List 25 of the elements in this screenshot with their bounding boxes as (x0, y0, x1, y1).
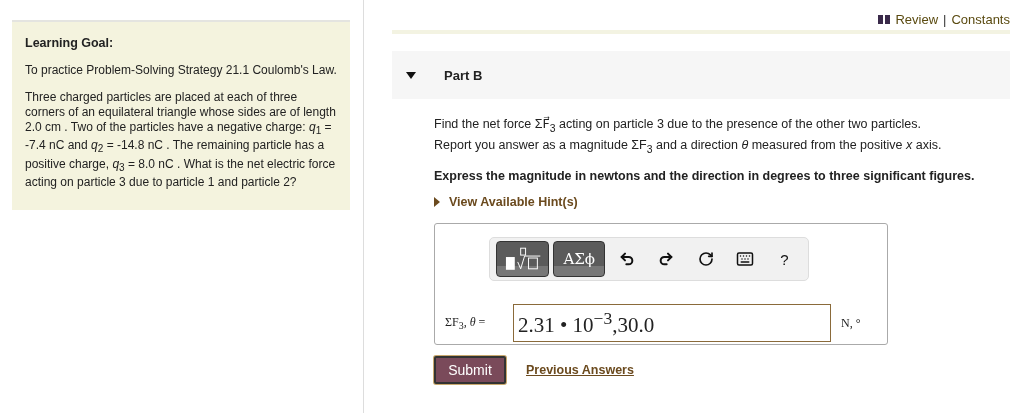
units-label: N, ° (841, 315, 861, 331)
book-icon (878, 14, 891, 24)
answer-field[interactable]: 2.31 • 10$^{−3}$,30.0 (513, 304, 831, 342)
symbols-button[interactable]: ΑΣϕ (553, 241, 606, 277)
review-link[interactable]: Review (895, 11, 939, 27)
help-button[interactable]: ? (766, 244, 802, 274)
reset-icon (697, 251, 714, 267)
answer-label: ΣF$_{3}$, θ = (445, 314, 487, 332)
constants-link[interactable]: Constants (951, 11, 1010, 27)
redo-icon (658, 251, 675, 267)
question-text: Find the net force ΣF⃗$_{3}$ acting on particle 3 due to the presence of the other two particles. Report you answer as a magnitude ΣF$_{3}$ and a direction θ measured from the positive x axis. (434, 116, 943, 156)
previous-answers-link[interactable]: Previous Answers (526, 363, 634, 377)
link-separator: | (943, 11, 947, 27)
hints-link[interactable]: View Available Hint(s) (434, 195, 1010, 209)
part-header[interactable]: Part B (392, 51, 1010, 99)
goal-paragraph: To practice Problem-Solving Strategy 21.1 Coulomb's Law. (25, 63, 337, 77)
submit-button[interactable]: Submit (434, 356, 506, 384)
instruction-text: Express the magnitude in newtons and the direction in degrees to three significant figures. (434, 168, 976, 184)
learning-goal-title: Learning Goal: (25, 36, 115, 51)
undo-icon (618, 251, 635, 267)
templates-button[interactable] (496, 241, 550, 277)
part-title: Part B (444, 67, 483, 83)
fraction-root-icon (503, 246, 543, 272)
keyboard-icon (735, 250, 754, 268)
goal-paragraph: Three charged particles are placed at each of three corners of an equilateral triangle whose sides are of length 2.0 cm . Two of the particles have a negative charge: q$_{1}$ = -7.4 nC and q$_{2}$ = -14.8 nC . The remaining particle has a positive charge, q$_{3}$ = 8.0 nC . What is the net electric force acting on particle 3 due to particle 1 and particle 2? (25, 90, 336, 190)
